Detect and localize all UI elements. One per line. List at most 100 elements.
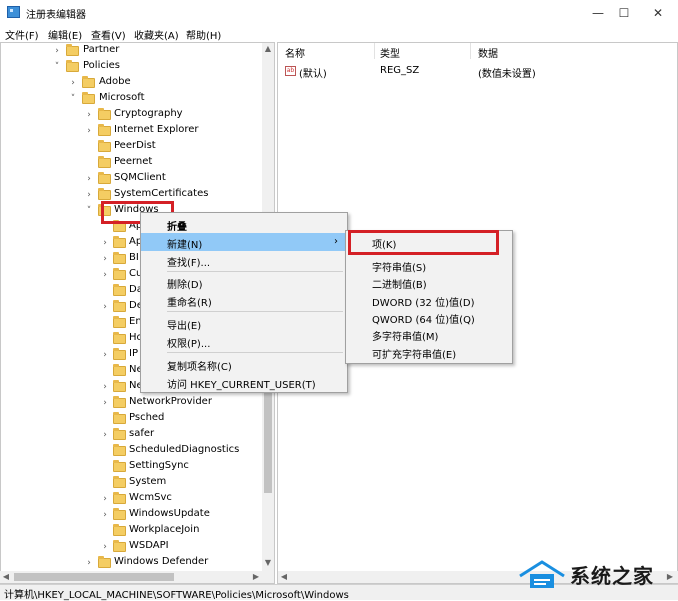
expand-placeholder [100, 315, 110, 331]
tree-item-policies[interactable]: ˅ Policies [0, 59, 262, 75]
menu-item-goto-hkcu[interactable]: 访问 HKEY_CURRENT_USER(T) [141, 373, 347, 391]
expand-icon[interactable]: › [100, 347, 110, 363]
menu-edit[interactable]: 编辑(E) [48, 27, 82, 42]
menu-item-permissions[interactable]: 权限(P)... [141, 332, 347, 350]
folder-icon [98, 156, 111, 168]
expand-icon[interactable]: › [100, 251, 110, 267]
tree-item-settingsync[interactable]: SettingSync [0, 459, 262, 475]
tree-item-scheduleddiagnostics[interactable]: ScheduledDiagnostics [0, 443, 262, 459]
tree-item-windows-defender[interactable]: › Windows Defender [0, 555, 262, 571]
tree-item-label: Partner [83, 44, 120, 55]
tree-item-safer[interactable]: › safer [0, 427, 262, 443]
tree-item-wcmsvc[interactable]: › WcmSvc [0, 491, 262, 507]
tree-item-label: IP [129, 348, 138, 359]
expand-icon[interactable]: › [84, 171, 94, 187]
menu-favorites[interactable]: 收藏夹(A) [134, 27, 179, 42]
tree-item-psched[interactable]: Psched [0, 411, 262, 427]
tree-item-peernet[interactable]: Peernet [0, 155, 262, 171]
expand-icon[interactable]: › [100, 299, 110, 315]
tree-item-cryptography[interactable]: › Cryptography [0, 107, 262, 123]
expand-icon[interactable]: › [100, 267, 110, 283]
folder-icon [98, 108, 111, 120]
expand-icon[interactable]: › [100, 539, 110, 555]
expand-icon[interactable]: › [84, 107, 94, 123]
submenu-arrow-icon: › [334, 236, 338, 247]
scroll-right-arrow-icon[interactable]: ▶ [250, 571, 262, 583]
collapse-icon[interactable]: ˅ [68, 91, 78, 107]
menu-item-find[interactable]: 查找(F)... [141, 251, 347, 269]
scroll-up-arrow-icon[interactable]: ▲ [262, 43, 274, 55]
menu-item-collapse[interactable]: 折叠 [141, 215, 347, 233]
menu-item-copy-key-name[interactable]: 复制项名称(C) [141, 355, 347, 373]
submenu-item-dword-value[interactable]: DWORD (32 位)值(D) [346, 291, 512, 309]
expand-placeholder [100, 459, 110, 475]
expand-icon[interactable]: › [84, 123, 94, 139]
tree-item-partner[interactable]: › Partner [0, 43, 262, 59]
expand-icon[interactable]: › [84, 187, 94, 203]
tree-horizontal-scrollbar[interactable]: ◀ ▶ [0, 571, 274, 583]
tree-item-label: Cryptography [114, 108, 183, 119]
expand-icon[interactable]: › [68, 75, 78, 91]
scroll-left-arrow-icon[interactable]: ◀ [0, 571, 12, 583]
tree-item-windowsupdate[interactable]: › WindowsUpdate [0, 507, 262, 523]
tree-item-internet-explorer[interactable]: › Internet Explorer [0, 123, 262, 139]
expand-icon[interactable]: › [100, 395, 110, 411]
close-button[interactable]: ✕ [642, 0, 674, 26]
menu-item-export[interactable]: 导出(E) [141, 314, 347, 332]
submenu-item-binary-value[interactable]: 二进制值(B) [346, 273, 512, 291]
expand-icon[interactable]: › [84, 555, 94, 571]
column-separator[interactable] [470, 43, 471, 59]
submenu-item-string-value[interactable]: 字符串值(S) [346, 256, 512, 274]
submenu-item-multi-string-value[interactable]: 多字符串值(M) [346, 325, 512, 343]
column-header-data[interactable]: 数据 [478, 45, 498, 61]
column-header-name[interactable]: 名称 [285, 45, 305, 61]
expand-icon[interactable]: › [100, 507, 110, 523]
collapse-icon[interactable]: ˅ [52, 59, 62, 75]
tree-item-microsoft[interactable]: ˅ Microsoft [0, 91, 262, 107]
scroll-thumb[interactable] [14, 573, 174, 581]
tree-item-peerdist[interactable]: PeerDist [0, 139, 262, 155]
maximize-button[interactable]: ☐ [608, 0, 640, 26]
tree-item-label: WcmSvc [129, 492, 172, 503]
expand-icon[interactable]: › [100, 491, 110, 507]
submenu-item-qword-value[interactable]: QWORD (64 位)值(Q) [346, 308, 512, 326]
tree-item-adobe[interactable]: › Adobe [0, 75, 262, 91]
expand-icon[interactable]: › [100, 427, 110, 443]
tree-item-networkprovider[interactable]: › NetworkProvider [0, 395, 262, 411]
submenu-item-expandable-string-value[interactable]: 可扩充字符串值(E) [346, 343, 512, 361]
scroll-down-arrow-icon[interactable]: ▼ [262, 557, 274, 569]
menu-separator [167, 352, 343, 353]
folder-icon [113, 300, 126, 312]
tree-item-workplacejoin[interactable]: WorkplaceJoin [0, 523, 262, 539]
folder-icon [113, 444, 126, 456]
folder-icon [98, 556, 111, 568]
status-path: 计算机\HKEY_LOCAL_MACHINE\SOFTWARE\Policies… [4, 590, 349, 601]
folder-icon [113, 348, 126, 360]
folder-icon [113, 524, 126, 536]
tree-item-label: safer [129, 428, 155, 439]
folder-icon [113, 492, 126, 504]
expand-placeholder [100, 523, 110, 539]
tree-item-system[interactable]: System [0, 475, 262, 491]
column-separator[interactable] [374, 43, 375, 59]
folder-icon [113, 236, 126, 248]
folder-icon [98, 172, 111, 184]
menu-item-rename[interactable]: 重命名(R) [141, 291, 347, 309]
tree-item-label: NetworkProvider [129, 396, 212, 407]
menu-help[interactable]: 帮助(H) [186, 27, 221, 42]
tree-item-wsdapi[interactable]: › WSDAPI [0, 539, 262, 555]
expand-icon[interactable]: › [100, 235, 110, 251]
menu-file[interactable]: 文件(F) [5, 27, 39, 42]
menu-item-delete[interactable]: 删除(D) [141, 273, 347, 291]
expand-icon[interactable]: › [52, 43, 62, 59]
menu-view[interactable]: 查看(V) [91, 27, 126, 42]
column-header-type[interactable]: 类型 [380, 45, 400, 61]
value-name[interactable]: (默认) [299, 65, 327, 81]
watermark-text: 系统之家 [570, 564, 654, 588]
expand-icon[interactable]: › [100, 379, 110, 395]
scroll-left-arrow-icon[interactable]: ◀ [278, 571, 290, 583]
tree-item-sqmclient[interactable]: › SQMClient [0, 171, 262, 187]
folder-icon [113, 332, 126, 344]
menu-item-new[interactable]: 新建(N) › [141, 233, 347, 251]
collapse-icon[interactable]: ˅ [84, 203, 94, 219]
